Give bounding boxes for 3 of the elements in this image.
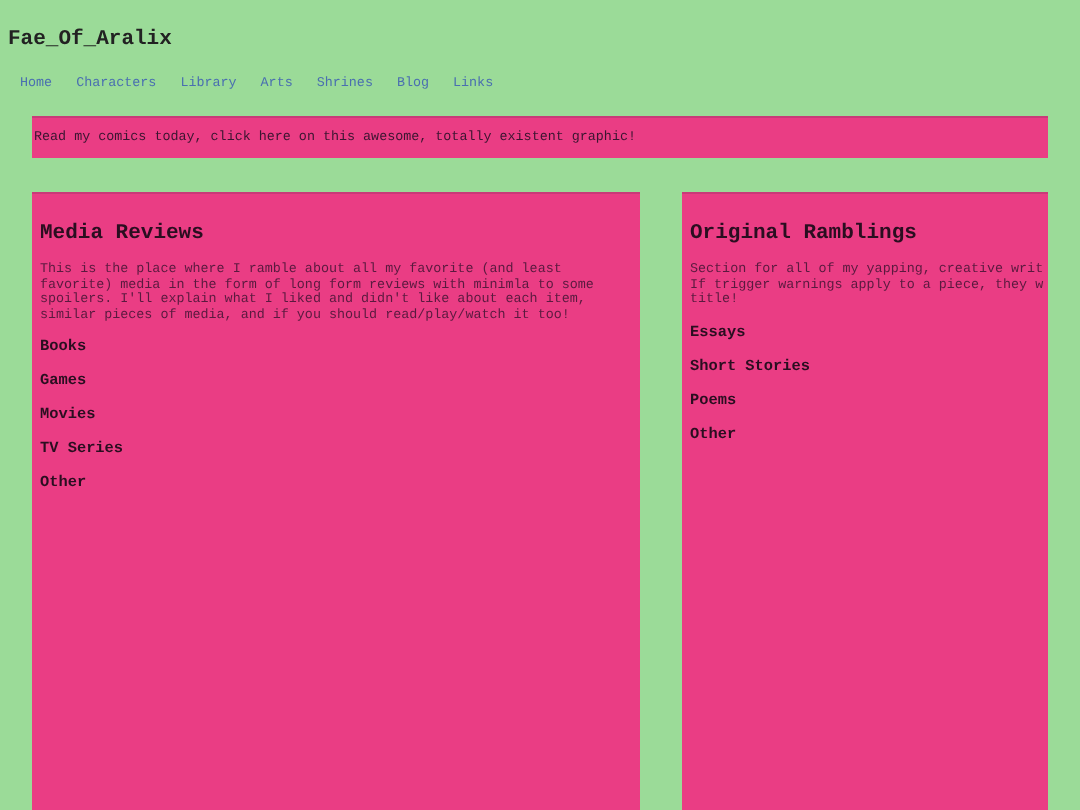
panel-heading: Media Reviews [40, 222, 204, 246]
site-title: Fae_Of_Aralix [8, 28, 172, 56]
panel-heading: Original Ramblings [690, 222, 917, 246]
